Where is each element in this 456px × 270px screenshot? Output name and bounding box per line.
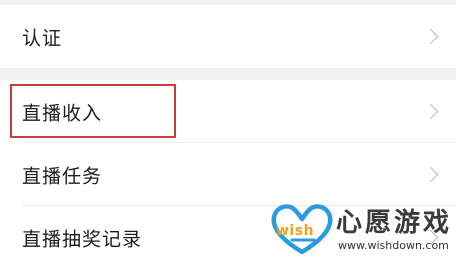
row-label: 认证	[22, 27, 63, 49]
row-label: 直播抽奖记录	[22, 228, 143, 251]
watermark-url: www.wishdown.com	[338, 239, 449, 252]
highlight-box	[10, 84, 176, 138]
chevron-right-icon	[422, 28, 439, 44]
group-separator	[0, 68, 456, 80]
settings-row-certification[interactable]: 认证	[0, 5, 456, 68]
chevron-right-icon	[422, 166, 439, 183]
chevron-right-icon	[422, 103, 439, 120]
settings-row-live-tasks[interactable]: 直播任务	[0, 143, 456, 207]
watermark-logo-word: wish	[276, 223, 315, 239]
row-label: 直播任务	[22, 165, 103, 188]
watermark: wish 心愿游戏 www.wishdown.com	[270, 200, 456, 268]
watermark-title: 心愿游戏	[336, 208, 453, 238]
